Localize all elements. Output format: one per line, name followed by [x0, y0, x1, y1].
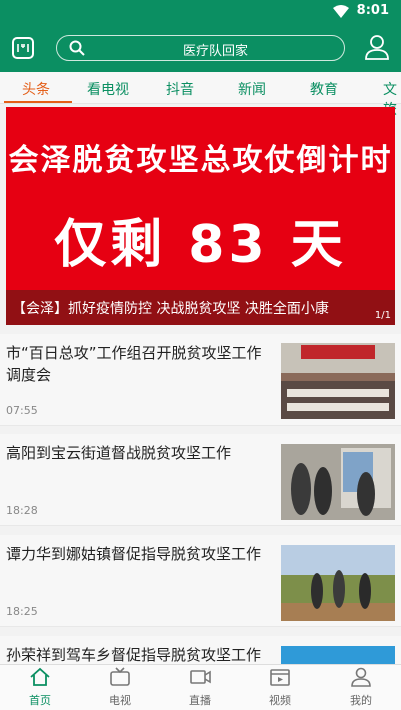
banner-caption: 【会泽】抓好疫情防控 决战脱贫攻坚 决胜全面小康 [6, 290, 395, 325]
status-bar: 8:01 [0, 0, 401, 24]
tab-headlines[interactable]: 头条 [22, 79, 50, 99]
nav-live[interactable]: 直播 [160, 667, 240, 708]
tab-watch-tv[interactable]: 看电视 [87, 79, 129, 99]
news-time: 18:28 [6, 504, 38, 517]
news-thumbnail [281, 343, 395, 419]
news-time: 18:25 [6, 605, 38, 618]
nav-profile-label: 我的 [350, 694, 372, 707]
search-bar[interactable]: 医疗队回家 [56, 35, 345, 61]
news-title: 市“百日总攻”工作组召开脱贫攻坚工作调度会 [6, 344, 262, 384]
news-title: 高阳到宝云街道督战脱贫攻坚工作 [6, 444, 232, 462]
active-tab-indicator [4, 101, 72, 103]
news-title: 谭力华到娜姑镇督促指导脱贫攻坚工作 [6, 545, 262, 563]
news-time: 07:55 [6, 404, 38, 417]
banner-countdown: 仅剩 83 天 [54, 215, 347, 275]
news-thumbnail [281, 545, 395, 621]
tab-news[interactable]: 新闻 [238, 79, 266, 99]
live-icon [190, 670, 211, 684]
user-button[interactable] [365, 34, 389, 60]
profile-icon [351, 667, 371, 687]
app-bar: 医疗队回家 [0, 24, 401, 72]
wifi-icon [333, 5, 349, 18]
nav-tv[interactable]: 电视 [80, 667, 160, 708]
banner-headline: 会泽脱贫攻坚总攻仗倒计时 [8, 143, 393, 178]
video-icon [270, 669, 290, 686]
user-icon [365, 35, 389, 60]
search-icon [69, 40, 85, 56]
banner-pager: 1/1 [374, 310, 391, 321]
news-item[interactable]: 高阳到宝云街道督战脱贫攻坚工作 18:28 [0, 434, 401, 526]
bottom-navigation: 首页 电视 直播 视频 我的 [0, 664, 401, 710]
status-time: 8:01 [356, 3, 389, 18]
tv-icon [110, 667, 130, 686]
tab-education[interactable]: 教育 [310, 79, 338, 99]
news-thumbnail [281, 444, 395, 520]
channel-tabs: 头条 看电视 抖音 新闻 教育 文旅 [0, 72, 401, 118]
scan-icon [17, 44, 29, 52]
news-item[interactable]: 谭力华到娜姑镇督促指导脱贫攻坚工作 18:25 [0, 535, 401, 627]
news-title: 孙荣祥到驾车乡督促指导脱贫攻坚工作 [6, 646, 262, 664]
nav-home-label: 首页 [29, 694, 51, 707]
tab-douyin[interactable]: 抖音 [166, 79, 194, 99]
nav-video-label: 视频 [269, 694, 291, 707]
scan-button[interactable] [12, 37, 34, 59]
nav-live-label: 直播 [189, 694, 211, 707]
search-placeholder: 医疗队回家 [182, 44, 248, 59]
nav-home[interactable]: 首页 [0, 667, 80, 708]
nav-tv-label: 电视 [109, 694, 131, 707]
home-icon [30, 667, 50, 686]
hero-banner[interactable]: 会泽脱贫攻坚总攻仗倒计时 仅剩 83 天 【会泽】抓好疫情防控 决战脱贫攻坚 决… [6, 107, 395, 325]
news-thumbnail [281, 646, 395, 666]
news-item[interactable]: 孙荣祥到驾车乡督促指导脱贫攻坚工作 [0, 636, 401, 666]
nav-video[interactable]: 视频 [240, 667, 320, 708]
nav-profile[interactable]: 我的 [321, 667, 401, 708]
news-item[interactable]: 市“百日总攻”工作组召开脱贫攻坚工作调度会 07:55 [0, 334, 401, 426]
